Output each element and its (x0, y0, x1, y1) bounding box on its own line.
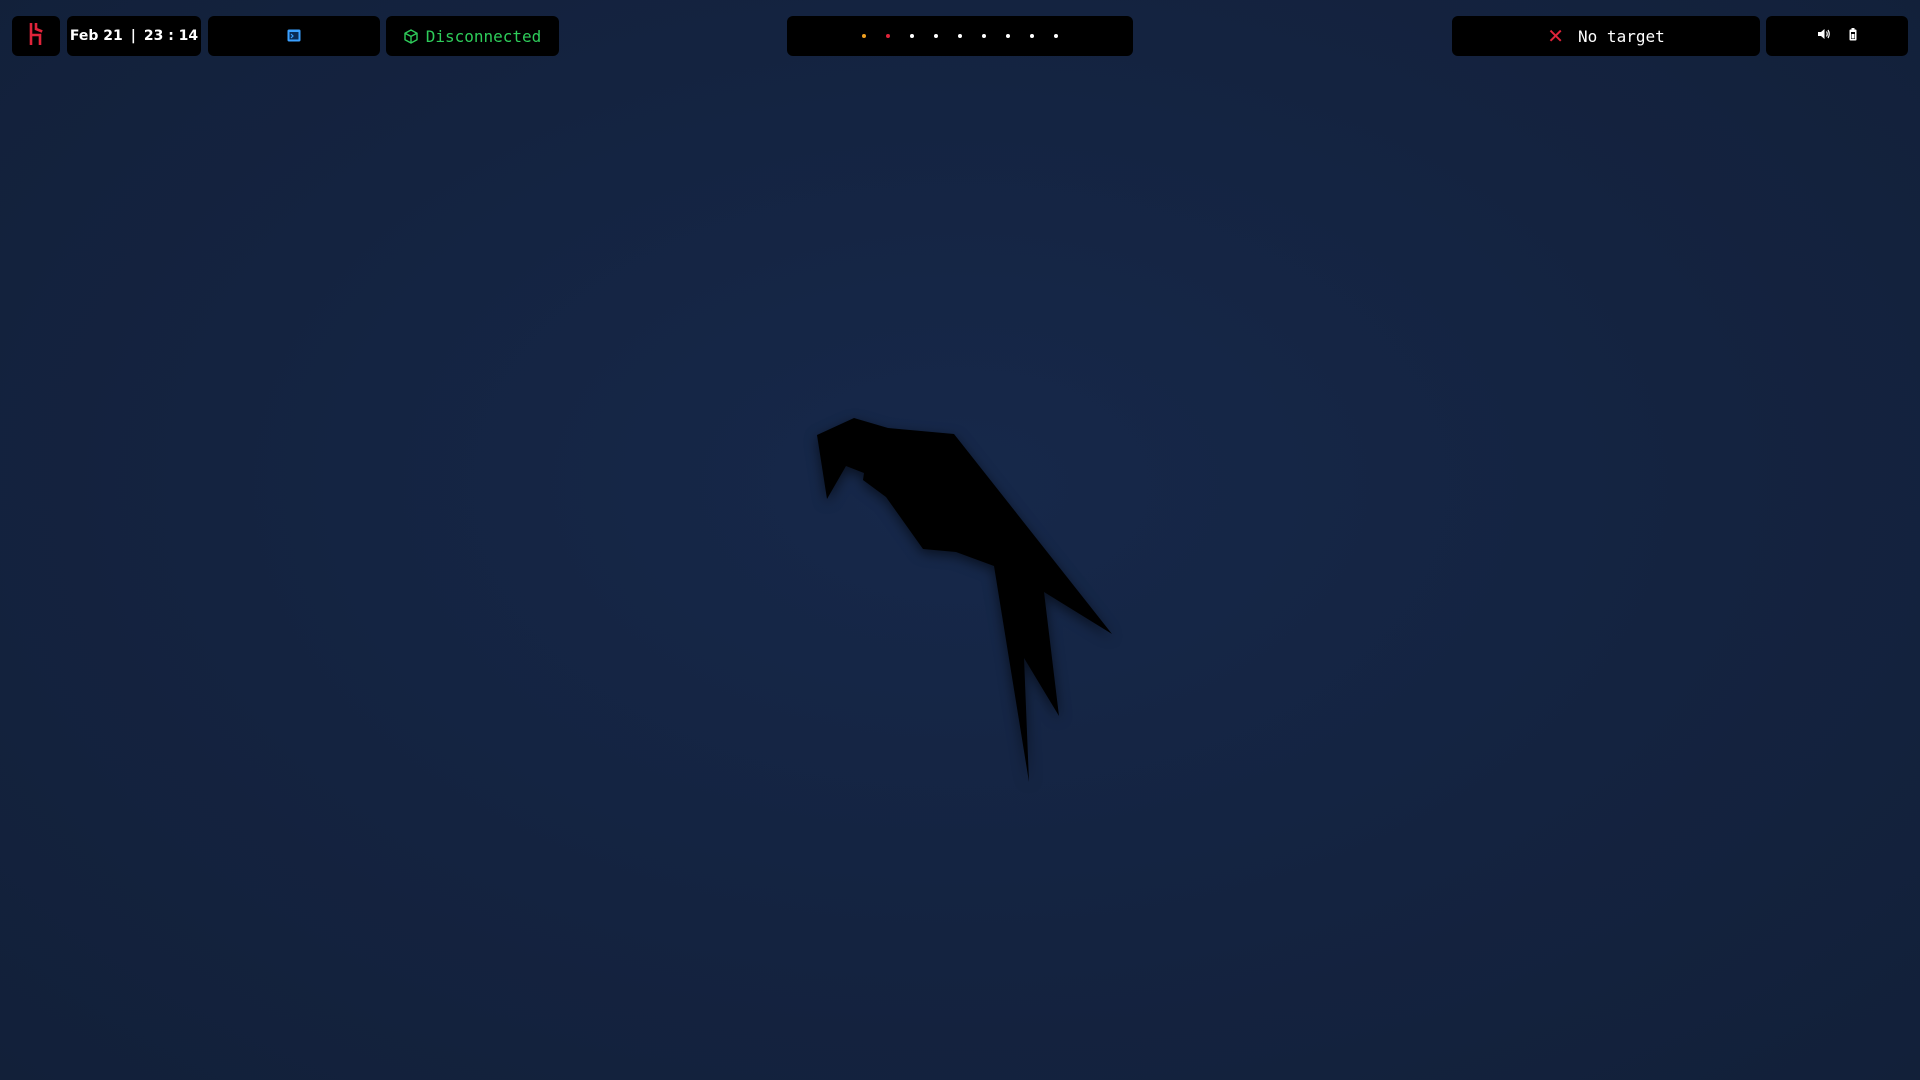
battery-icon[interactable] (1849, 27, 1857, 45)
clock-widget[interactable]: Feb 21 | 23 : 14 (67, 16, 201, 56)
vpn-status-label: Disconnected (425, 26, 542, 46)
target-widget[interactable]: ✕ No target (1452, 16, 1760, 56)
system-tray (1766, 16, 1908, 56)
workspace-dot-9[interactable] (1054, 34, 1058, 38)
active-window-widget[interactable] (208, 16, 380, 56)
workspace-list (862, 34, 1058, 38)
workspace-dot-8[interactable] (1030, 34, 1034, 38)
parrot-silhouette (817, 418, 1112, 782)
parrot-logo-wallpaper (810, 412, 1120, 796)
hack-the-box-logo-icon (28, 22, 44, 49)
clock-separator: | (130, 28, 136, 44)
workspace-dot-2[interactable] (886, 34, 890, 38)
launcher-logo-button[interactable] (12, 16, 60, 56)
terminal-window-icon (287, 27, 301, 46)
workspace-dot-5[interactable] (958, 34, 962, 38)
workspace-dot-6[interactable] (982, 34, 986, 38)
close-x-icon: ✕ (1547, 24, 1565, 48)
target-label: No target (1578, 26, 1665, 46)
clock-date: Feb 21 (69, 28, 123, 44)
workspace-dot-1[interactable] (862, 34, 866, 38)
vpn-status-widget[interactable]: Disconnected (386, 16, 559, 56)
clock-time: 23 : 14 (143, 28, 199, 44)
workspaces-switcher (787, 16, 1133, 56)
workspace-dot-7[interactable] (1006, 34, 1010, 38)
volume-icon[interactable] (1817, 28, 1831, 44)
cube-icon (404, 28, 418, 44)
workspace-dot-4[interactable] (934, 34, 938, 38)
workspace-dot-3[interactable] (910, 34, 914, 38)
